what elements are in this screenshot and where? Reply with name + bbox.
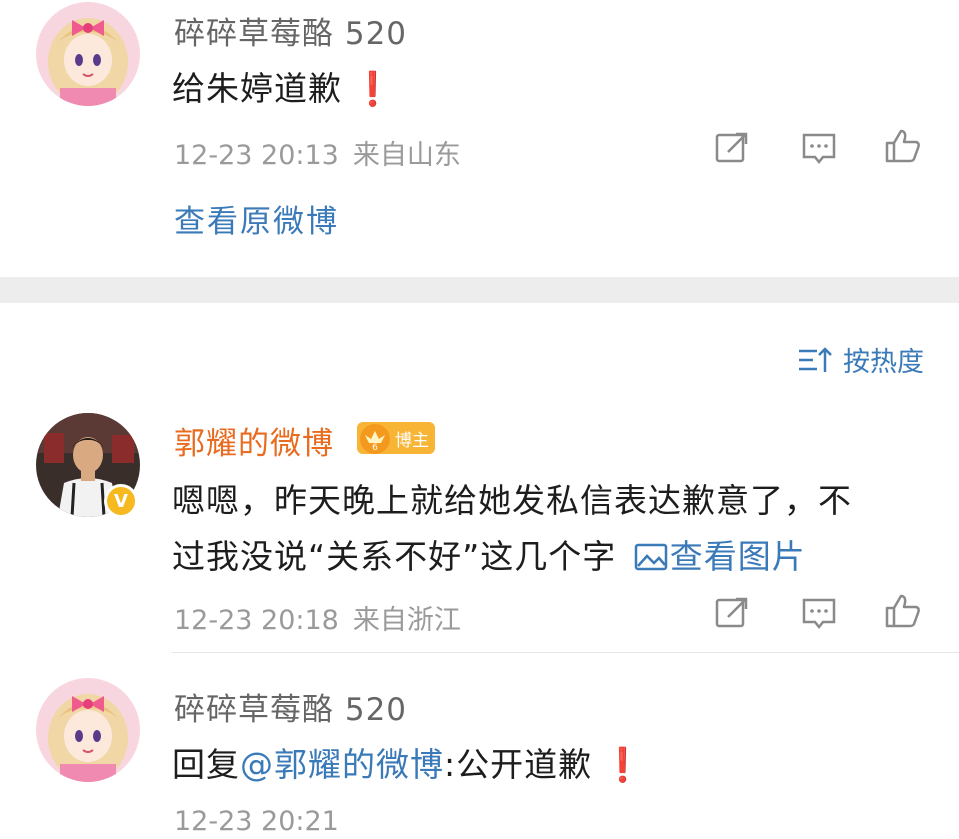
view-image-link[interactable]: 查看图片 xyxy=(628,537,806,576)
location: 来自山东 xyxy=(352,140,461,171)
reply-text: 回复@郭耀的微博:公开道歉 ❗ xyxy=(172,738,644,786)
username[interactable]: 碎碎草莓酪 520 xyxy=(174,684,407,729)
exclamation-icon: ❗ xyxy=(352,69,395,108)
comment-text-body: 过我没说“关系不好”这几个字 xyxy=(172,537,617,576)
sort-icon xyxy=(797,345,833,375)
timestamp: 12-23 20:13 xyxy=(174,140,339,171)
sort-by-hot-button[interactable]: 按热度 xyxy=(797,340,924,379)
blogger-badge: 6 博主 xyxy=(357,422,435,454)
comment-text-body: 给朱婷道歉 xyxy=(172,69,342,108)
svg-text:6: 6 xyxy=(372,443,378,453)
avatar[interactable] xyxy=(36,2,140,106)
exclamation-icon: ❗ xyxy=(602,745,645,784)
section-divider xyxy=(0,277,959,303)
comment-meta: 12-23 20:13 来自山东 xyxy=(174,133,475,172)
location: 来自浙江 xyxy=(352,605,461,636)
comment-icon[interactable] xyxy=(799,593,839,633)
comment-meta: 12-23 20:18 来自浙江 xyxy=(174,598,475,637)
timestamp: 12-23 20:18 xyxy=(174,605,339,636)
crown-icon: 6 xyxy=(355,417,395,457)
username[interactable]: 郭耀的微博 xyxy=(174,418,334,463)
like-icon[interactable] xyxy=(883,126,923,166)
reply-body: :公开道歉 xyxy=(444,745,593,784)
comment-text: 给朱婷道歉 ❗ xyxy=(172,62,394,110)
username[interactable]: 碎碎草莓酪 520 xyxy=(174,8,407,53)
view-original-post-link[interactable]: 查看原微博 xyxy=(174,196,339,241)
comment-text-line: 嗯嗯，昨天晚上就给她发私信表达歉意了，不 xyxy=(172,481,852,520)
comment-divider xyxy=(172,652,959,653)
image-icon xyxy=(634,542,668,572)
comment-meta: 12-23 20:21 xyxy=(174,806,353,837)
mention-link[interactable]: @郭耀的微博 xyxy=(240,745,444,784)
view-image-label: 查看图片 xyxy=(669,537,806,576)
comment-text-line: 过我没说“关系不好”这几个字 查看图片 xyxy=(172,530,806,578)
share-icon[interactable] xyxy=(712,128,752,168)
reply-prefix: 回复 xyxy=(172,745,240,784)
avatar[interactable] xyxy=(36,678,140,782)
sort-label: 按热度 xyxy=(843,347,924,378)
verified-badge-icon: V xyxy=(104,484,138,518)
comment-icon[interactable] xyxy=(799,128,839,168)
like-icon[interactable] xyxy=(883,591,923,631)
share-icon[interactable] xyxy=(712,593,752,633)
timestamp: 12-23 20:21 xyxy=(174,806,339,837)
badge-label: 博主 xyxy=(395,430,429,451)
